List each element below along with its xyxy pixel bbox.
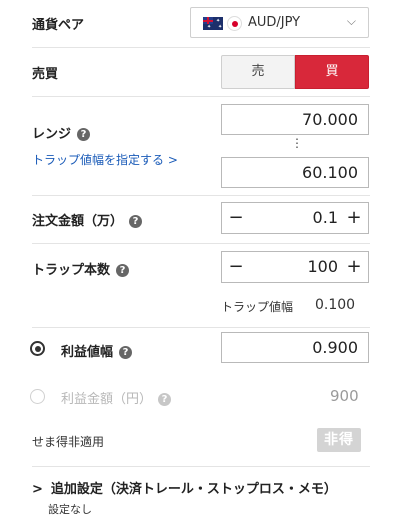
profit-amount-value: 900	[330, 387, 359, 405]
trap-width-value: 0.100	[315, 297, 356, 313]
divider	[32, 195, 370, 196]
trap-count-stepper[interactable]: − 100 +	[221, 251, 369, 283]
divider	[32, 243, 370, 244]
pair-label: 通貨ペア	[32, 18, 85, 33]
help-icon[interactable]: ?	[116, 264, 130, 277]
help-icon[interactable]: ?	[129, 215, 143, 228]
japan-flag-icon	[227, 16, 242, 31]
profit-width-radio[interactable]	[30, 341, 45, 356]
range-label: レンジ?	[32, 123, 91, 142]
advanced-settings-subtitle: 設定なし	[48, 503, 92, 516]
sell-button[interactable]: 売	[221, 55, 295, 89]
divider	[32, 47, 370, 48]
range-label-text: レンジ	[32, 127, 72, 142]
chevron-down-icon: ⌵	[346, 14, 356, 28]
amount-plus-button[interactable]: +	[340, 203, 368, 233]
advanced-settings-title: 追加設定（決済トレール・ストップロス・メモ）	[50, 482, 337, 497]
trap-width-link[interactable]: トラップ値幅を指定する >	[32, 151, 178, 168]
range-upper-input[interactable]: 70.000	[221, 104, 369, 135]
non-applied-badge: 非得	[317, 428, 361, 452]
buy-button[interactable]: 買	[295, 55, 369, 89]
trap-count-label: トラップ本数?	[32, 259, 130, 278]
amount-stepper[interactable]: − 0.1 +	[221, 202, 369, 234]
profit-width-label-text: 利益値幅	[61, 345, 114, 360]
trap-width-label: トラップ値幅	[221, 300, 294, 314]
range-dots-icon: ⋮	[291, 136, 303, 150]
range-lower-input[interactable]: 60.100	[221, 157, 369, 188]
trap-count-minus-button[interactable]: −	[222, 252, 250, 282]
help-icon[interactable]: ?	[77, 128, 91, 141]
divider	[32, 327, 370, 328]
profit-amount-radio[interactable]	[30, 389, 45, 404]
currency-pair-select[interactable]: ✦ ✦ ✦ AUD/JPY ⌵	[190, 7, 369, 38]
profit-amount-label-text: 利益金額（円）	[61, 392, 153, 407]
profit-width-label: 利益値幅?	[61, 341, 133, 360]
profit-amount-label: 利益金額（円）?	[61, 388, 172, 407]
help-icon[interactable]: ?	[119, 346, 133, 359]
trap-count-label-text: トラップ本数	[32, 263, 111, 278]
side-label: 売買	[32, 67, 59, 82]
trap-count-plus-button[interactable]: +	[340, 252, 368, 282]
trap-count-value[interactable]: 100	[252, 257, 338, 276]
amount-value[interactable]: 0.1	[252, 208, 338, 227]
currency-pair-value: AUD/JPY	[248, 15, 301, 30]
profit-width-input[interactable]: 0.900	[221, 332, 369, 363]
advanced-settings-toggle[interactable]: > 追加設定（決済トレール・ストップロス・メモ）	[32, 478, 337, 497]
amount-label-text: 注文金額（万）	[32, 214, 124, 229]
divider	[32, 466, 370, 467]
amount-label: 注文金額（万）?	[32, 210, 143, 229]
divider	[32, 96, 370, 97]
amount-minus-button[interactable]: −	[222, 203, 250, 233]
australia-flag-icon: ✦ ✦ ✦	[203, 17, 223, 30]
chevron-right-icon: >	[32, 482, 43, 497]
help-icon[interactable]: ?	[158, 393, 172, 406]
tax-status-text: せま得非適用	[32, 435, 105, 449]
